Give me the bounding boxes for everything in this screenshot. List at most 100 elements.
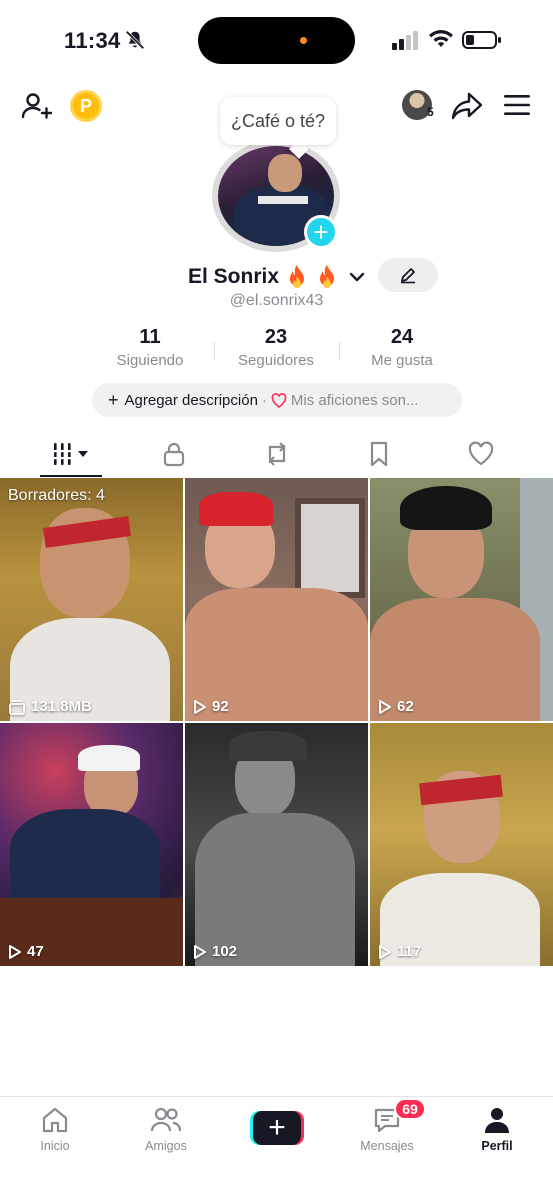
recording-dot-icon — [300, 37, 307, 44]
bookmark-icon — [370, 441, 388, 467]
tile-meta: 92 — [193, 698, 229, 715]
dynamic-island — [198, 17, 355, 64]
nav-label: Inicio — [40, 1139, 70, 1153]
stat-following[interactable]: 11 Siguiendo — [90, 326, 210, 369]
friends-icon — [150, 1107, 182, 1132]
heart-outline-icon — [468, 441, 494, 466]
tile-meta: 62 — [378, 698, 414, 715]
heart-outline-icon — [271, 392, 287, 408]
tile-figure — [78, 745, 140, 771]
nav-label: Mensajes — [360, 1139, 414, 1153]
bottom-nav: Inicio Amigos + Mensajes Perfil — [0, 1096, 553, 1200]
tile-figure — [295, 498, 365, 598]
repost-icon — [268, 442, 286, 466]
stat-label: Siguiendo — [116, 352, 184, 369]
play-icon — [379, 699, 391, 714]
avatar-figure-face — [268, 154, 302, 192]
add-bio-button[interactable]: + Agregar descripción · Mis aficiones so… — [92, 383, 462, 417]
video-tile[interactable]: 47 — [0, 723, 183, 966]
avatar-figure-stripe — [258, 196, 308, 204]
stat-divider — [339, 342, 340, 360]
video-tile[interactable]: 117 — [370, 723, 553, 966]
edit-profile-button[interactable] — [378, 258, 438, 292]
active-tab-indicator — [40, 475, 102, 477]
signal-icon — [392, 31, 418, 50]
share-icon[interactable] — [450, 90, 484, 122]
status-time: 11:34 — [64, 28, 121, 53]
wifi-icon — [429, 30, 453, 47]
tile-figure — [400, 486, 492, 530]
coin-icon[interactable]: P — [70, 90, 102, 122]
stat-value: 24 — [390, 326, 414, 348]
play-icon — [9, 944, 21, 959]
view-count: 117 — [397, 943, 422, 960]
video-tile[interactable]: 62 — [370, 478, 553, 721]
nav-profile[interactable]: Perfil — [452, 1105, 542, 1153]
messages-badge: 69 — [394, 1098, 426, 1120]
video-tile[interactable]: 102 — [185, 723, 368, 966]
status-bar: 11:34 — [0, 0, 553, 80]
note-bubble[interactable]: ¿Café o té? — [220, 97, 336, 145]
video-tile[interactable]: 92 — [185, 478, 368, 721]
profile-stats: 11 Siguiendo 23 Seguidores 24 Me gusta — [0, 326, 553, 376]
nav-label: Amigos — [145, 1139, 187, 1153]
menu-icon[interactable] — [503, 92, 531, 118]
display-name: El Sonrix — [188, 265, 280, 288]
tile-figure — [229, 731, 307, 761]
drafts-label: Borradores: 4 — [8, 487, 105, 504]
drafts-tile[interactable]: Borradores: 4 131.8MB — [0, 478, 183, 721]
play-icon — [379, 944, 391, 959]
muted-bell-icon — [125, 30, 145, 50]
stat-label: Seguidores — [238, 352, 314, 369]
create-button[interactable]: + — [250, 1111, 304, 1145]
pencil-icon — [401, 268, 415, 284]
battery-icon — [462, 31, 501, 49]
plus-icon: + — [253, 1111, 301, 1145]
tab-liked[interactable] — [466, 440, 496, 468]
tile-meta: 131.8MB — [8, 698, 92, 715]
nav-label: Perfil — [481, 1139, 513, 1153]
plus-icon: + — [108, 389, 119, 410]
stat-divider — [214, 342, 215, 360]
tile-figure — [199, 492, 273, 526]
home-icon — [42, 1107, 68, 1133]
tile-meta: 117 — [378, 943, 421, 960]
add-story-plus-icon[interactable]: + — [304, 215, 338, 249]
username: @el.sonrix43 — [229, 292, 324, 309]
bio-separator: · — [261, 391, 267, 409]
hobbies-label: Mis aficiones son... — [290, 391, 419, 409]
tab-favorites[interactable] — [366, 440, 392, 468]
nav-friends[interactable]: Amigos — [121, 1105, 211, 1153]
nav-home[interactable]: Inicio — [10, 1105, 100, 1153]
play-icon — [194, 944, 206, 959]
tab-private[interactable] — [160, 440, 188, 468]
tab-reposts[interactable] — [262, 440, 292, 468]
drafts-stack-icon — [9, 699, 25, 715]
friend-count: 5 — [427, 105, 434, 119]
display-name-row[interactable]: El Sonrix — [188, 262, 365, 292]
stat-followers[interactable]: 23 Seguidores — [216, 326, 336, 369]
tile-meta: 102 — [193, 943, 237, 960]
view-count: 62 — [397, 698, 414, 715]
tile-meta: 47 — [8, 943, 44, 960]
stat-likes[interactable]: 24 Me gusta — [342, 326, 462, 369]
video-grid: Borradores: 4 131.8MB 92 62 47 102 117 — [0, 478, 553, 968]
content-tabs — [0, 432, 553, 478]
chevron-down-icon[interactable] — [349, 271, 365, 283]
view-count: 47 — [27, 943, 44, 960]
tile-size: 131.8MB — [31, 698, 92, 715]
add-friend-icon[interactable] — [20, 90, 52, 122]
view-count: 92 — [212, 698, 229, 715]
stat-value: 23 — [264, 326, 288, 348]
add-bio-label: Agregar descripción — [124, 391, 258, 409]
profile-icon — [485, 1108, 509, 1133]
stat-value: 11 — [139, 326, 161, 348]
tile-figure — [10, 809, 160, 909]
videos-grid-icon — [53, 443, 88, 465]
play-icon — [194, 699, 206, 714]
view-count: 102 — [212, 943, 238, 960]
stat-label: Me gusta — [371, 352, 433, 369]
tab-videos[interactable] — [50, 440, 94, 468]
fire-icon — [320, 265, 335, 288]
fire-icon — [290, 265, 305, 288]
